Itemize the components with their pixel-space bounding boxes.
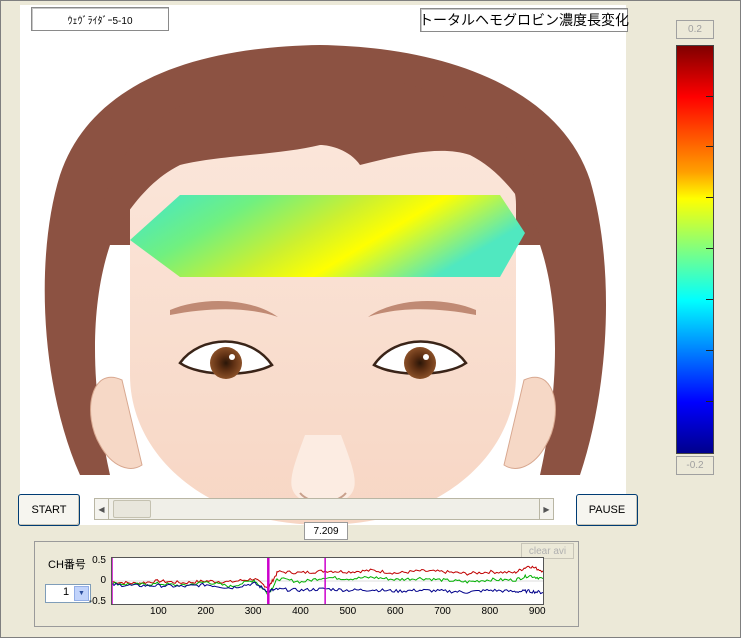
time-value: 7.209 xyxy=(304,522,348,540)
signal-plot-svg xyxy=(112,558,543,604)
brain-map-canvas xyxy=(20,5,626,525)
x-tick-label: 600 xyxy=(386,606,404,617)
colorbar-min-label: -0.2 xyxy=(676,456,714,475)
signal-series-3 xyxy=(112,581,543,595)
hemoglobin-map xyxy=(130,195,525,277)
channel-label: CH番号 xyxy=(48,559,86,571)
y-tick-label: 0 xyxy=(100,575,106,586)
left-eye-highlight xyxy=(229,354,235,360)
time-scrollbar[interactable] xyxy=(94,498,554,520)
x-tick-label: 400 xyxy=(292,606,309,617)
colorbar-tick xyxy=(706,299,713,300)
channel-select-value: 1 xyxy=(63,586,70,598)
right-arrow-icon[interactable]: ▶ xyxy=(539,498,554,520)
colorbar-tick xyxy=(706,401,713,402)
left-iris xyxy=(210,347,242,379)
left-arrow-icon[interactable]: ◀ xyxy=(94,498,109,520)
x-tick-label: 500 xyxy=(339,606,357,617)
signal-plot xyxy=(111,557,544,605)
pause-button[interactable]: PAUSE xyxy=(576,494,638,526)
colorbar-tick xyxy=(706,248,713,249)
right-iris xyxy=(404,347,436,379)
colorbar-max-label: 0.2 xyxy=(676,20,714,39)
x-tick-label: 100 xyxy=(150,606,167,617)
face-illustration xyxy=(44,45,607,525)
x-tick-label: 200 xyxy=(197,606,215,617)
x-tick-label: 700 xyxy=(434,606,451,617)
subject-label: ｳｪｳﾞﾗｲﾀﾞｰ5-10 xyxy=(31,7,169,31)
colorbar-tick xyxy=(706,96,713,97)
signal-series-2 xyxy=(112,573,543,597)
start-button[interactable]: START xyxy=(18,494,80,526)
scrollbar-thumb[interactable] xyxy=(113,500,151,518)
y-tick-label: -0.5 xyxy=(88,596,106,607)
colorbar xyxy=(676,45,714,454)
y-tick-label: 0.5 xyxy=(92,555,106,566)
x-tick-label: 800 xyxy=(481,606,499,617)
colorbar-tick xyxy=(706,350,713,351)
right-eye-highlight xyxy=(423,354,429,360)
colorbar-tick xyxy=(706,197,713,198)
x-tick-label: 900 xyxy=(528,606,546,617)
page-title: トータルヘモグロビン濃度長変化 xyxy=(419,8,629,32)
colorbar-tick xyxy=(706,146,713,147)
x-tick-label: 300 xyxy=(244,606,262,617)
